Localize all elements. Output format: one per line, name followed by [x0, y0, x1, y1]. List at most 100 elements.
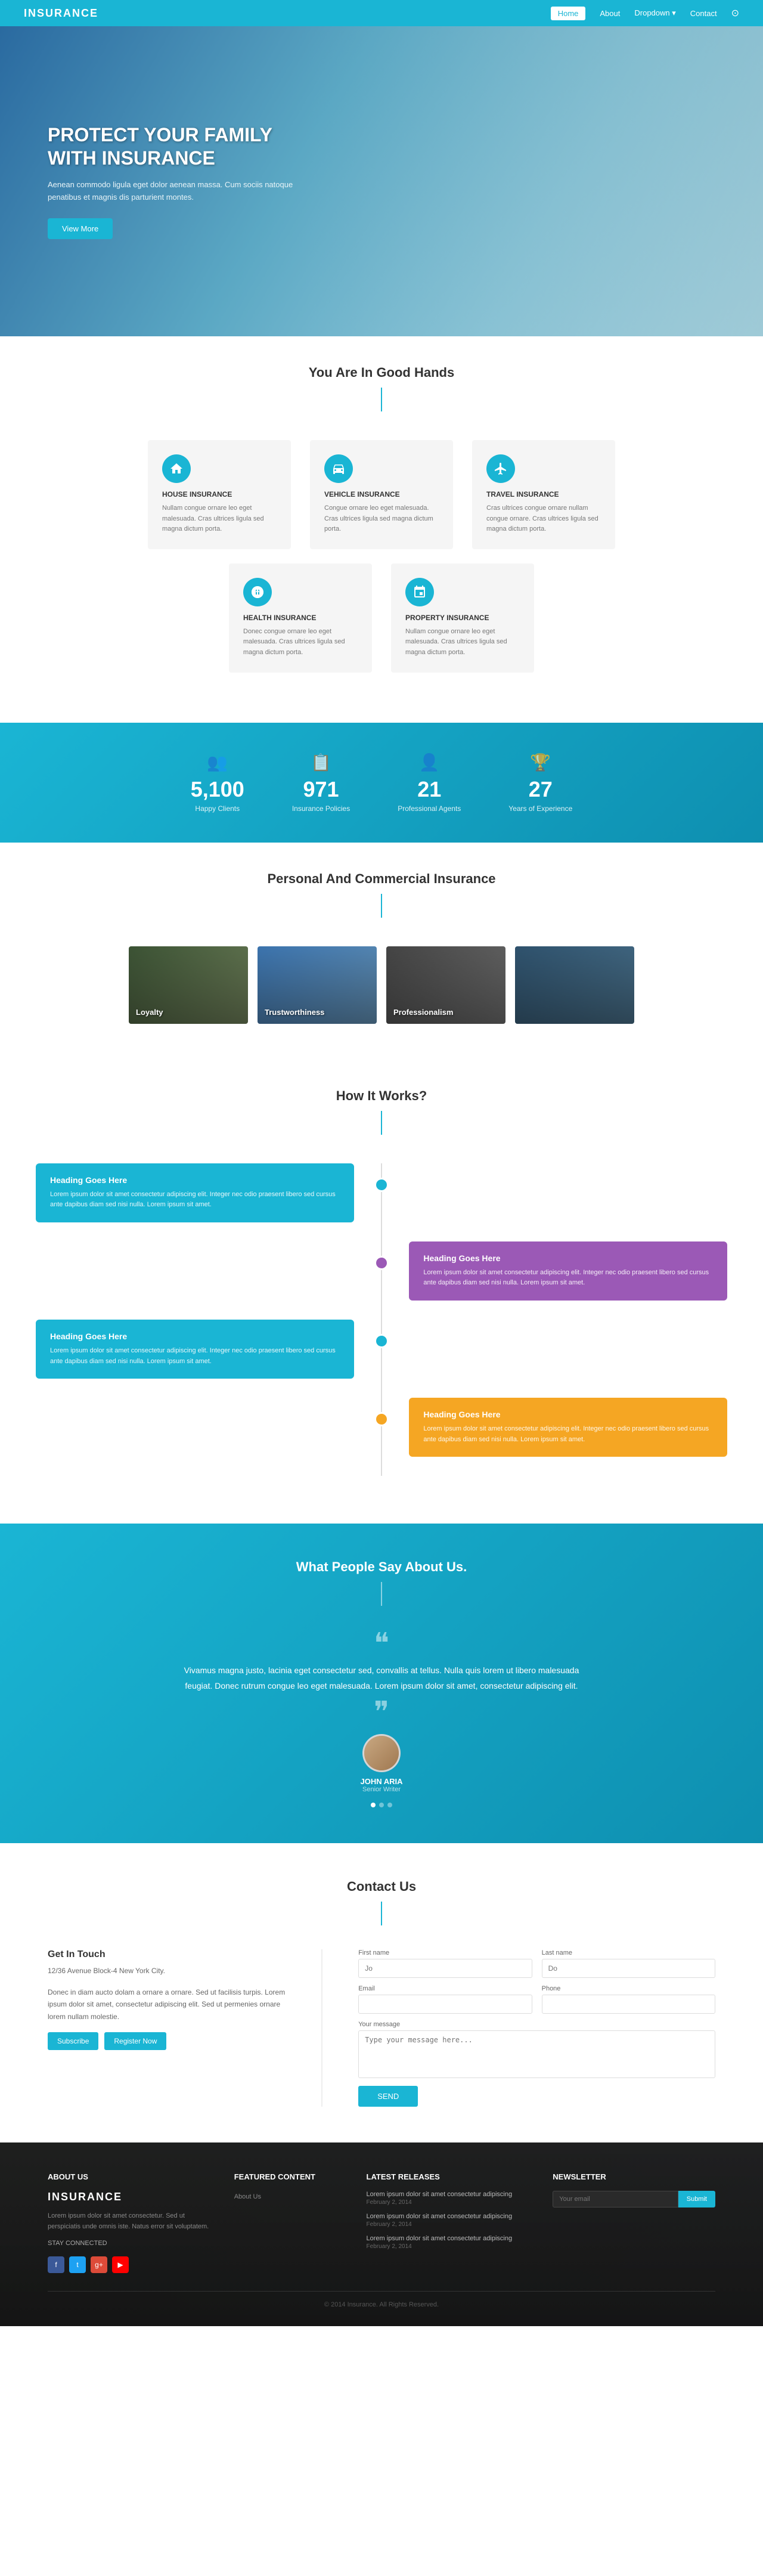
dot-1[interactable] — [371, 1803, 376, 1807]
step3-heading: Heading Goes Here — [50, 1332, 340, 1341]
testimonial-avatar — [362, 1734, 401, 1772]
testimonial-divider — [381, 1582, 382, 1606]
dot-2[interactable] — [379, 1803, 384, 1807]
hero-content: PROTECT YOUR FAMILY WITH INSURANCE Aenea… — [48, 123, 298, 239]
step2-text: Lorem ipsum dolor sit amet consectetur a… — [423, 1268, 713, 1289]
register-button[interactable]: Register Now — [104, 2032, 166, 2050]
message-group: Your message — [358, 2021, 715, 2081]
quote-close-icon: ❞ — [48, 1705, 715, 1720]
property-insurance-card: PROPERTY INSURANCE Nullam congue ornare … — [391, 564, 534, 673]
cards-row-1: HOUSE INSURANCE Nullam congue ornare leo… — [48, 440, 715, 549]
hero-description: Aenean commodo ligula eget dolor aenean … — [48, 179, 298, 204]
message-textarea[interactable] — [358, 2030, 715, 2078]
stats-section: 👥 5,100 Happy Clients 📋 971 Insurance Po… — [0, 723, 763, 843]
social-links: f t g+ ▶ — [48, 2256, 210, 2273]
how-step-1: Heading Goes Here Lorem ipsum dolor sit … — [36, 1163, 727, 1222]
vehicle-icon — [324, 454, 353, 483]
phone-input[interactable] — [542, 1995, 715, 2014]
youtube-button[interactable]: ▶ — [112, 2256, 129, 2273]
dot-3[interactable] — [387, 1803, 392, 1807]
cards-row-2: HEALTH INSURANCE Donec congue ornare leo… — [48, 564, 715, 673]
first-name-input[interactable] — [358, 1959, 532, 1978]
first-name-label: First name — [358, 1949, 532, 1956]
step2-box: Heading Goes Here Lorem ipsum dolor sit … — [409, 1241, 727, 1301]
cards-container: HOUSE INSURANCE Nullam congue ornare leo… — [0, 440, 763, 723]
clients-number: 5,100 — [191, 777, 244, 802]
nav-home[interactable]: Home — [551, 7, 586, 20]
professionalism-card[interactable]: Professionalism — [386, 946, 505, 1024]
footer-grid: ABOUT US INSURANCE Lorem ipsum dolor sit… — [48, 2172, 715, 2273]
how-it-works-title: How It Works? — [0, 1088, 763, 1104]
email-input[interactable] — [358, 1995, 532, 2014]
last-name-input[interactable] — [542, 1959, 715, 1978]
contact-section: Contact Us Get In Touch 12/36 Avenue Blo… — [0, 1843, 763, 2142]
phone-group: Phone — [542, 1985, 715, 2014]
nav-user-icon[interactable]: ⊙ — [731, 7, 739, 19]
how-step-2: Heading Goes Here Lorem ipsum dolor sit … — [36, 1241, 727, 1301]
footer-about: ABOUT US INSURANCE Lorem ipsum dolor sit… — [48, 2172, 210, 2273]
footer-about-link[interactable]: About Us — [234, 2193, 261, 2200]
step1-heading: Heading Goes Here — [50, 1175, 340, 1185]
step4-text: Lorem ipsum dolor sit amet consectetur a… — [423, 1424, 713, 1445]
nav-logo: INSURANCE — [24, 7, 98, 20]
news-title-2: Lorem ipsum dolor sit amet consectetur a… — [367, 2213, 529, 2220]
contact-header: Contact Us — [48, 1879, 715, 1925]
good-hands-title: You Are In Good Hands — [0, 365, 763, 380]
footer-newsletter: NEWSLETTER Submit — [553, 2172, 715, 2273]
contact-title: Contact Us — [48, 1879, 715, 1894]
copyright-text: © 2014 Insurance. All Rights Reserved. — [324, 2301, 439, 2308]
last-image-bg — [515, 946, 634, 1024]
footer-news-2: Lorem ipsum dolor sit amet consectetur a… — [367, 2213, 529, 2228]
nav-dropdown[interactable]: Dropdown ▾ — [634, 8, 675, 18]
contact-buttons: Subscribe Register Now — [48, 2032, 286, 2050]
nav-contact[interactable]: Contact — [690, 9, 717, 18]
agents-icon: 👤 — [398, 753, 461, 772]
vehicle-card-desc: Congue ornare leo eget malesuada. Cras u… — [324, 503, 439, 535]
travel-card-desc: Cras ultrices congue ornare nullam congu… — [486, 503, 601, 535]
footer: ABOUT US INSURANCE Lorem ipsum dolor sit… — [0, 2142, 763, 2326]
how-timeline-container: Heading Goes Here Lorem ipsum dolor sit … — [0, 1163, 763, 1524]
contact-body: Get In Touch 12/36 Avenue Block-4 New Yo… — [48, 1949, 715, 2107]
personal-commercial-header: Personal And Commercial Insurance — [0, 843, 763, 946]
step4-box: Heading Goes Here Lorem ipsum dolor sit … — [409, 1398, 727, 1457]
first-name-group: First name — [358, 1949, 532, 1978]
house-icon — [162, 454, 191, 483]
newsletter-email-input[interactable] — [553, 2191, 678, 2207]
how-step-3: Heading Goes Here Lorem ipsum dolor sit … — [36, 1320, 727, 1379]
footer-newsletter-heading: NEWSLETTER — [553, 2172, 715, 2181]
trustworthiness-card[interactable]: Trustworthiness — [258, 946, 377, 1024]
contact-divider — [381, 1902, 382, 1925]
facebook-button[interactable]: f — [48, 2256, 64, 2273]
subscribe-button[interactable]: Subscribe — [48, 2032, 98, 2050]
loyalty-card[interactable]: Loyalty — [129, 946, 248, 1024]
hero-cta-button[interactable]: View More — [48, 218, 113, 239]
newsletter-submit-button[interactable]: Submit — [678, 2191, 715, 2207]
step1-box: Heading Goes Here Lorem ipsum dolor sit … — [36, 1163, 354, 1222]
phone-label: Phone — [542, 1985, 715, 1992]
last-image-card[interactable] — [515, 946, 634, 1024]
how-timeline: Heading Goes Here Lorem ipsum dolor sit … — [36, 1163, 727, 1476]
loyalty-bg: Loyalty — [129, 946, 248, 1024]
googleplus-button[interactable]: g+ — [91, 2256, 107, 2273]
trustworthiness-label: Trustworthiness — [265, 1008, 324, 1017]
step3-text: Lorem ipsum dolor sit amet consectetur a… — [50, 1346, 340, 1367]
step4-dot — [374, 1412, 389, 1426]
health-insurance-card: HEALTH INSURANCE Donec congue ornare leo… — [229, 564, 372, 673]
footer-about-text: Lorem ipsum dolor sit amet consectetur. … — [48, 2210, 210, 2233]
news-date-1: February 2, 2014 — [367, 2199, 529, 2206]
nav-about[interactable]: About — [600, 9, 620, 18]
news-date-2: February 2, 2014 — [367, 2221, 529, 2228]
footer-news-1: Lorem ipsum dolor sit amet consectetur a… — [367, 2191, 529, 2206]
stat-happy-clients: 👥 5,100 Happy Clients — [191, 753, 244, 813]
health-card-title: HEALTH INSURANCE — [243, 614, 358, 622]
travel-icon — [486, 454, 515, 483]
footer-featured-heading: FEATURED CONTENT — [234, 2172, 343, 2181]
clients-icon: 👥 — [191, 753, 244, 772]
get-in-touch-title: Get In Touch — [48, 1949, 286, 1960]
twitter-button[interactable]: t — [69, 2256, 86, 2273]
good-hands-section: You Are In Good Hands HOUSE INSURANCE Nu… — [0, 336, 763, 723]
contact-address: 12/36 Avenue Block-4 New York City. — [48, 1965, 286, 1977]
image-row: Loyalty Trustworthiness Professionalism — [48, 946, 715, 1024]
send-button[interactable]: SEND — [358, 2086, 418, 2107]
step3-box: Heading Goes Here Lorem ipsum dolor sit … — [36, 1320, 354, 1379]
